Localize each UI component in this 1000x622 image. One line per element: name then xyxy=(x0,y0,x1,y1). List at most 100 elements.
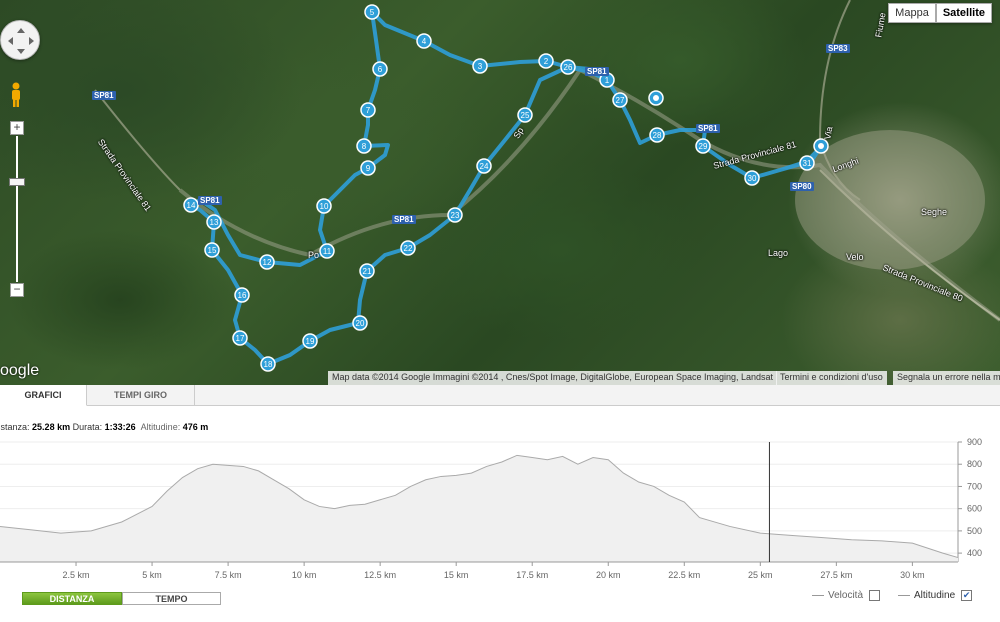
zoom-slider-thumb[interactable] xyxy=(9,178,25,186)
legend-altitude: Altitudine ✔ xyxy=(898,590,973,601)
altitude-chart[interactable]: 400 500 600 700 800 900 2.5 km 5 km 7.5 km 10 km 1… xyxy=(0,436,1000,586)
waypoint-label: 6 xyxy=(378,65,383,74)
waypoint-22[interactable]: 22 xyxy=(400,240,416,256)
tempo-toggle[interactable]: TEMPO xyxy=(122,592,221,605)
duration-label: Durata: xyxy=(72,422,103,432)
waypoint-label: 4 xyxy=(422,37,427,46)
start-marker-icon[interactable] xyxy=(648,90,664,106)
waypoint-9[interactable]: 9 xyxy=(360,160,376,176)
waypoint-label: 21 xyxy=(363,267,372,276)
map-type-satellite-button[interactable]: Satellite xyxy=(935,3,992,23)
waypoint-28[interactable]: 28 xyxy=(649,127,665,143)
waypoint-17[interactable]: 17 xyxy=(232,330,248,346)
pegman-icon[interactable] xyxy=(9,82,23,108)
speed-checkbox[interactable] xyxy=(869,590,881,601)
waypoint-2[interactable]: 2 xyxy=(538,53,554,69)
waypoint-7[interactable]: 7 xyxy=(360,102,376,118)
altitude-checkbox[interactable]: ✔ xyxy=(961,590,973,601)
waypoint-18[interactable]: 18 xyxy=(260,356,276,372)
terms-link[interactable]: Termini e condizioni d'uso xyxy=(776,371,887,385)
waypoint-24[interactable]: 24 xyxy=(476,158,492,174)
x-tick-label: 30 km xyxy=(900,570,925,580)
road-label-sp83: SP83 xyxy=(826,44,850,53)
distanza-toggle[interactable]: DISTANZA xyxy=(22,592,122,605)
distance-label: Distanza: xyxy=(0,422,30,432)
waypoint-8[interactable]: 8 xyxy=(356,138,372,154)
y-tick-label: 400 xyxy=(967,548,982,558)
waypoint-label: 20 xyxy=(356,319,365,328)
waypoint-label: 11 xyxy=(323,247,332,256)
waypoint-31[interactable]: 31 xyxy=(799,155,815,171)
waypoint-3[interactable]: 3 xyxy=(472,58,488,74)
waypoint-label: 19 xyxy=(306,337,315,346)
waypoint-label: 25 xyxy=(521,111,530,120)
waypoint-14[interactable]: 14 xyxy=(183,197,199,213)
zoom-in-button[interactable]: + xyxy=(10,121,24,135)
waypoint-label: 1 xyxy=(605,76,610,85)
tab-grafici[interactable]: GRAFICI xyxy=(0,385,87,406)
waypoint-4[interactable]: 4 xyxy=(416,33,432,49)
x-tick-label: 5 km xyxy=(142,570,162,580)
place-label-velo: Velo xyxy=(846,252,864,262)
waypoint-label: 24 xyxy=(480,162,489,171)
waypoint-label: 31 xyxy=(803,159,812,168)
waypoint-label: 16 xyxy=(238,291,247,300)
waypoint-5[interactable]: 5 xyxy=(364,4,380,20)
y-tick-label: 500 xyxy=(967,526,982,536)
waypoint-15[interactable]: 15 xyxy=(204,242,220,258)
waypoint-label: 2 xyxy=(544,57,549,66)
waypoint-25[interactable]: 25 xyxy=(517,107,533,123)
altitude-label: Altitudine: xyxy=(140,422,181,432)
waypoint-20[interactable]: 20 xyxy=(352,315,368,331)
end-marker-icon[interactable] xyxy=(813,138,829,154)
zoom-slider-track[interactable] xyxy=(16,136,18,282)
waypoint-27[interactable]: 27 xyxy=(612,92,628,108)
provincial-road-81 xyxy=(94,89,181,191)
x-tick-label: 15 km xyxy=(444,570,469,580)
waypoint-16[interactable]: 16 xyxy=(234,287,250,303)
waypoint-12[interactable]: 12 xyxy=(259,254,275,270)
x-tick-label: 2.5 km xyxy=(63,570,90,580)
x-tick-label: 7.5 km xyxy=(215,570,242,580)
stats-bar: Distanza: 25.28 km Durata: 1:33:26 Altit… xyxy=(0,422,208,432)
place-label-seghe: Seghe xyxy=(921,207,948,217)
waypoint-30[interactable]: 30 xyxy=(744,170,760,186)
waypoint-label: 3 xyxy=(478,62,483,71)
map-attribution: Map data ©2014 Google Immagini ©2014 , C… xyxy=(328,371,778,385)
y-tick-label: 900 xyxy=(967,437,982,447)
zoom-out-button[interactable]: − xyxy=(10,283,24,297)
waypoint-11[interactable]: 11 xyxy=(319,243,335,259)
distance-value: 25.28 km xyxy=(32,422,71,432)
y-tick-label: 700 xyxy=(967,481,982,491)
x-tick-label: 10 km xyxy=(292,570,317,580)
waypoint-21[interactable]: 21 xyxy=(359,263,375,279)
pan-control[interactable] xyxy=(0,20,40,60)
map-type-mappa-button[interactable]: Mappa xyxy=(888,3,936,23)
x-tick-label: 17.5 km xyxy=(516,570,548,580)
waypoint-6[interactable]: 6 xyxy=(372,61,388,77)
satellite-map[interactable]: 1 2 3 4 5 6 7 8 9 10 11 12 13 14 15 16 17 18 19 20 21 22 23 24 2… xyxy=(0,0,1000,385)
waypoint-23[interactable]: 23 xyxy=(447,207,463,223)
route-overlay: 1234567891011121314151617181920212223242… xyxy=(94,0,1000,372)
legend-speed-label: Velocità xyxy=(828,590,864,602)
y-tick-label: 600 xyxy=(967,504,982,514)
x-tick-label: 20 km xyxy=(596,570,621,580)
report-error-link[interactable]: Segnala un errore nella m xyxy=(893,371,1000,385)
x-tick-label: 25 km xyxy=(748,570,773,580)
waypoint-13[interactable]: 13 xyxy=(206,214,222,230)
altitude-line-swatch xyxy=(898,595,910,596)
waypoint-10[interactable]: 10 xyxy=(316,198,332,214)
waypoint-label: 7 xyxy=(366,106,371,115)
waypoint-29[interactable]: 29 xyxy=(695,138,711,154)
waypoint-label: 14 xyxy=(187,201,196,210)
waypoint-label: 13 xyxy=(210,218,219,227)
waypoint-markers[interactable]: 1234567891011121314151617181920212223242… xyxy=(183,4,829,372)
road-label-sp80: SP80 xyxy=(790,182,814,191)
tab-tempi-giro[interactable]: TEMPI GIRO xyxy=(87,385,195,406)
waypoint-label: 29 xyxy=(699,142,708,151)
pan-arrows-icon xyxy=(8,28,34,54)
waypoint-19[interactable]: 19 xyxy=(302,333,318,349)
altitude-value: 476 m xyxy=(182,422,209,432)
speed-line-swatch xyxy=(812,595,824,596)
waypoint-26[interactable]: 26 xyxy=(560,59,576,75)
